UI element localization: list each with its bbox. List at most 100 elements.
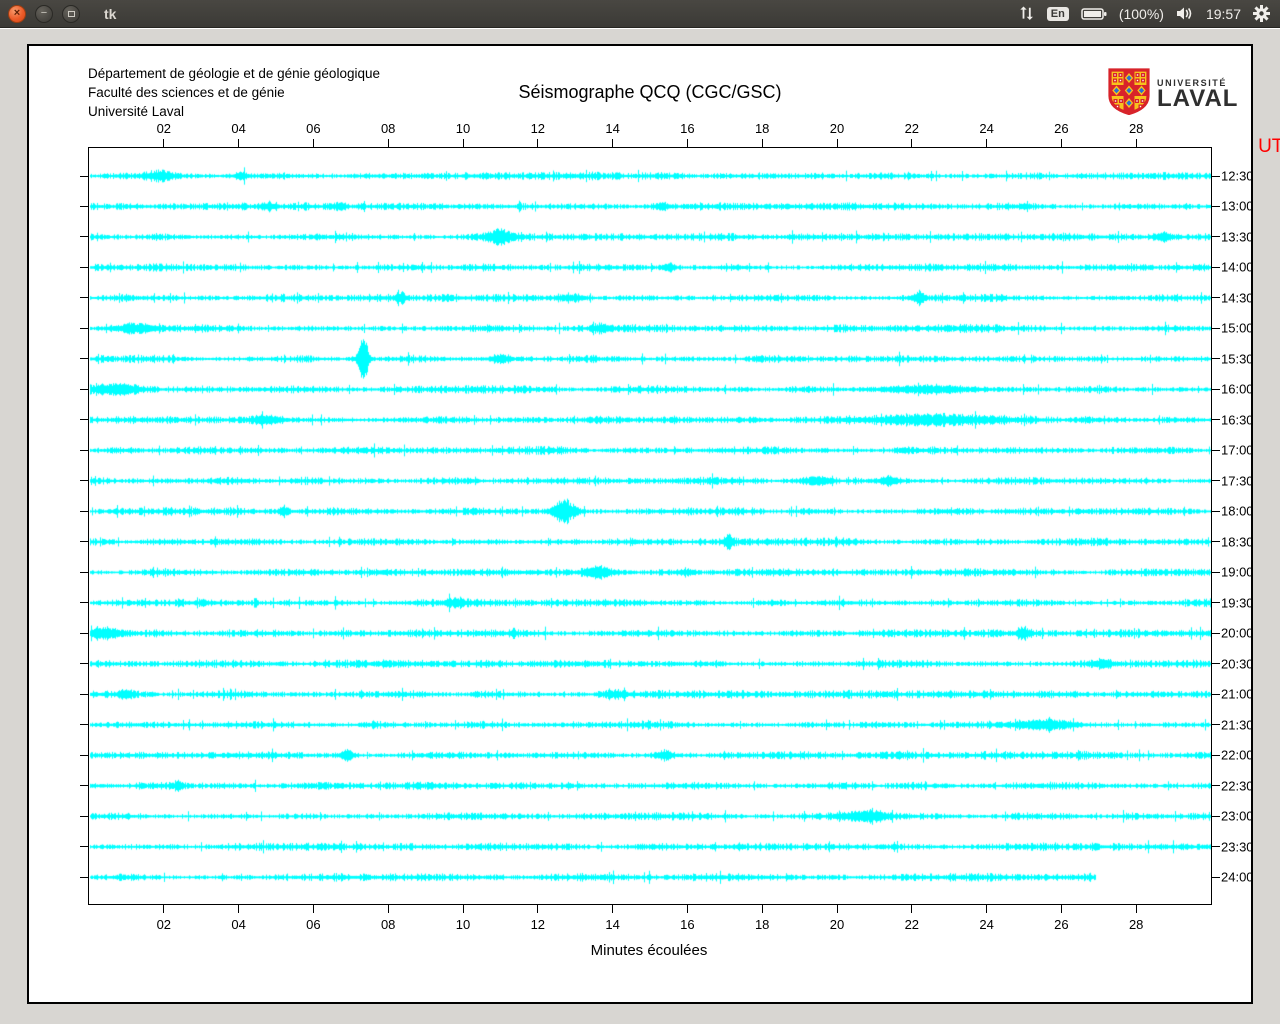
row-tick-right [1212,388,1220,390]
battery-icon[interactable] [1081,7,1107,21]
volume-icon[interactable] [1176,6,1194,21]
utc-row-label: 22:30 [1221,778,1254,794]
utc-row-label: 15:30 [1221,351,1254,367]
page-title: Séismographe QCQ (CGC/GSC) [518,82,782,102]
utc-row-label: 17:30 [1221,473,1254,489]
x-tick-label-top: 12 [530,121,546,136]
institution-line-1: Département de géologie et de génie géol… [88,66,380,81]
row-tick-left [80,785,88,787]
row-tick-left [80,175,88,177]
row-tick-right [1212,754,1220,756]
maximize-button[interactable] [62,4,80,23]
row-tick-left [80,541,88,543]
institution-line-2: Faculté des sciences et de génie [88,85,285,100]
system-tray: En (100%) 19:57 [1019,5,1280,22]
x-tick-label-top: 04 [231,121,246,136]
x-tick-bottom [836,905,838,913]
keyboard-layout-indicator[interactable]: En [1046,6,1069,21]
x-tick-bottom [387,905,389,913]
x-tick-top [238,139,240,147]
utc-row-label: 20:00 [1221,625,1254,641]
row-tick-right [1212,632,1220,634]
utc-row-label: 24:00 [1221,869,1254,885]
x-tick-top [1060,139,1062,147]
clock[interactable]: 19:57 [1206,6,1241,22]
row-tick-right [1212,876,1220,878]
x-tick-top [686,139,688,147]
utc-row-label: 15:00 [1221,320,1254,336]
utc-row-label: 12:30 [1221,168,1254,184]
x-tick-top [1135,139,1137,147]
x-tick-label-bottom: 20 [829,917,845,932]
x-tick-top [761,139,763,147]
utc-row-label: 23:30 [1221,839,1254,855]
utc-row-label: 22:00 [1221,747,1254,763]
x-tick-top [986,139,988,147]
minimize-button[interactable]: − [35,4,53,23]
x-tick-bottom [686,905,688,913]
row-tick-right [1212,327,1220,329]
row-tick-right [1212,846,1220,848]
x-tick-label-top: 28 [1128,121,1144,136]
row-tick-right [1212,785,1220,787]
laval-wordmark-line2: LAVAL [1157,85,1239,113]
seismograph-canvas-frame: Département de géologie et de génie géol… [27,44,1280,1004]
helicorder-canvas [89,148,1211,904]
utc-row-label: 13:00 [1221,198,1254,214]
x-tick-label-top: 16 [680,121,695,136]
text-direction-icon[interactable] [1019,5,1035,22]
utc-row-label: 16:30 [1221,412,1254,428]
session-gear-icon[interactable] [1253,5,1270,22]
x-tick-top [163,139,165,147]
x-tick-label-bottom: 18 [754,917,770,932]
utc-axis-label: UTC [1258,136,1280,157]
x-tick-bottom [537,905,539,913]
row-tick-left [80,297,88,299]
utc-row-label: 14:30 [1221,290,1254,306]
row-tick-left [80,571,88,573]
x-tick-bottom [612,905,614,913]
x-tick-top [537,139,539,147]
row-tick-left [80,602,88,604]
utc-row-label: 19:00 [1221,564,1254,580]
x-tick-label-bottom: 04 [231,917,246,932]
row-tick-right [1212,266,1220,268]
row-tick-left [80,632,88,634]
x-tick-top [836,139,838,147]
x-tick-label-top: 18 [754,121,770,136]
x-tick-label-top: 14 [605,121,620,136]
row-tick-left [80,693,88,695]
row-tick-left [80,876,88,878]
window-title: tk [104,5,117,22]
row-tick-right [1212,358,1220,360]
x-tick-top [462,139,464,147]
x-tick-bottom [163,905,165,913]
row-tick-left [80,419,88,421]
row-tick-left [80,449,88,451]
maximize-icon [67,10,75,17]
utc-row-label: 13:30 [1221,229,1254,245]
utc-row-label: 20:30 [1221,656,1254,672]
utc-row-label: 18:30 [1221,534,1254,550]
x-tick-label-bottom: 14 [605,917,620,932]
x-tick-top [612,139,614,147]
utc-row-label: 21:30 [1221,717,1254,733]
institution-line-3: Université Laval [88,104,185,119]
row-tick-right [1212,602,1220,604]
row-tick-left [80,663,88,665]
x-tick-bottom [986,905,988,913]
close-button[interactable]: × [8,4,26,23]
x-tick-label-bottom: 16 [680,917,695,932]
row-tick-left [80,358,88,360]
x-tick-label-bottom: 12 [530,917,546,932]
row-tick-left [80,327,88,329]
x-tick-bottom [462,905,464,913]
x-tick-label-bottom: 24 [979,917,994,932]
x-tick-label-top: 22 [904,121,920,136]
x-tick-label-top: 24 [979,121,994,136]
x-tick-label-top: 26 [1054,121,1069,136]
row-tick-right [1212,419,1220,421]
row-tick-right [1212,175,1220,177]
x-tick-label-bottom: 02 [156,917,172,932]
tk-window-background: Département de géologie et de génie géol… [0,29,1280,1024]
